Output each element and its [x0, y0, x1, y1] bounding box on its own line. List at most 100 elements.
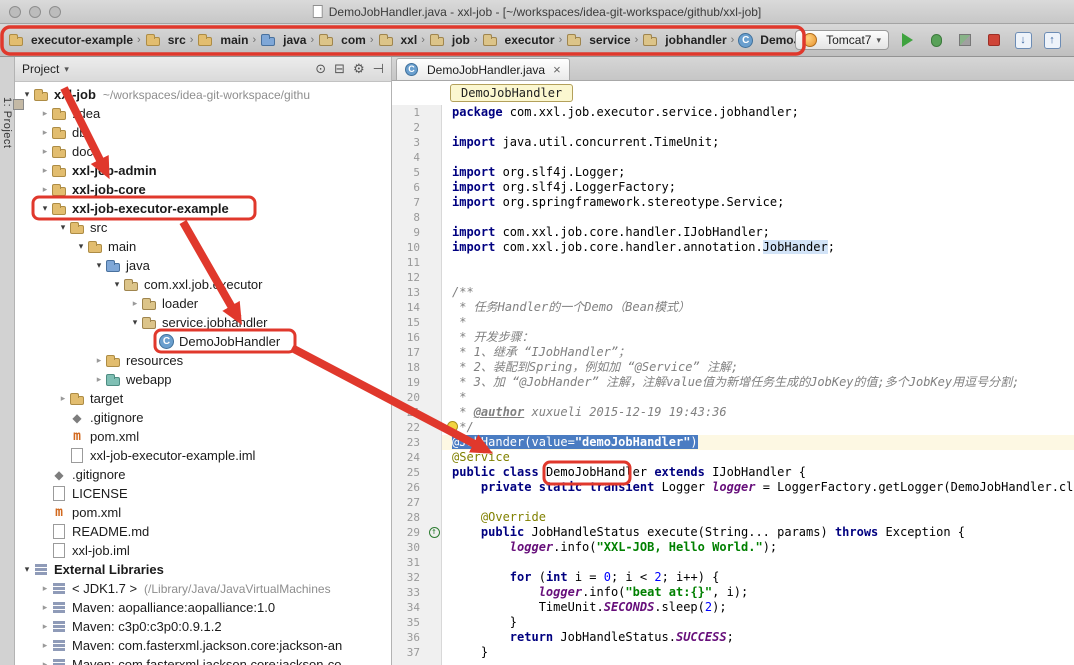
tree-item-java[interactable]: ▾java	[15, 256, 391, 275]
code-line-13[interactable]: 13/**	[392, 285, 1074, 300]
hide-panel-icon[interactable]: ⊣	[373, 62, 384, 77]
project-tool-window-button[interactable]: 1: Project	[1, 83, 24, 148]
tree-toggle-icon[interactable]: ▾	[129, 318, 141, 328]
tree-toggle-icon[interactable]: ▸	[39, 641, 51, 651]
code-line-27[interactable]: 27	[392, 495, 1074, 510]
code-line-35[interactable]: 35 }	[392, 615, 1074, 630]
close-icon[interactable]: ×	[553, 65, 561, 75]
tree-toggle-icon[interactable]: ▸	[39, 128, 51, 138]
code-line-12[interactable]: 12	[392, 270, 1074, 285]
breadcrumb-item-executor-example[interactable]: executor-example	[6, 30, 135, 50]
close-window-button[interactable]	[9, 6, 21, 18]
tree-item-maven-com-fasterxml-jackson-core-jackson-co[interactable]: ▸Maven: com.fasterxml.jackson.core:jacks…	[15, 655, 391, 665]
vcs-update-button[interactable]: ↓	[1015, 30, 1035, 50]
vcs-commit-button[interactable]: ↑	[1044, 30, 1064, 50]
tree-toggle-icon[interactable]: ▾	[57, 223, 69, 233]
tree-item-gitignore[interactable]: ◆.gitignore	[15, 465, 391, 484]
code-line-31[interactable]: 31	[392, 555, 1074, 570]
code-line-37[interactable]: 37 }	[392, 645, 1074, 660]
tree-item-xxl-job[interactable]: ▾xxl-job~/workspaces/idea-git-workspace/…	[15, 85, 391, 104]
tree-item-webapp[interactable]: ▸webapp	[15, 370, 391, 389]
tree-toggle-icon[interactable]: ▸	[39, 109, 51, 119]
tree-item-demojobhandler[interactable]: CDemoJobHandler	[15, 332, 391, 351]
class-breadcrumb-tag[interactable]: DemoJobHandler	[450, 84, 573, 102]
tree-toggle-icon[interactable]: ▸	[39, 584, 51, 594]
breadcrumb-item-demojobhandler[interactable]: CDemoJobHandler	[736, 31, 795, 50]
tree-item-doc[interactable]: ▸doc	[15, 142, 391, 161]
code-line-1[interactable]: 1package com.xxl.job.executor.service.jo…	[392, 105, 1074, 120]
code-line-15[interactable]: 15 *	[392, 315, 1074, 330]
breadcrumb-item-jobhandler[interactable]: jobhandler	[640, 30, 728, 50]
code-line-11[interactable]: 11	[392, 255, 1074, 270]
tree-item-external-libraries[interactable]: ▾External Libraries	[15, 560, 391, 579]
tree-toggle-icon[interactable]: ▸	[39, 622, 51, 632]
code-line-2[interactable]: 2	[392, 120, 1074, 135]
debug-button[interactable]	[928, 30, 948, 50]
tree-item-resources[interactable]: ▸resources	[15, 351, 391, 370]
breadcrumb-item-executor[interactable]: executor	[480, 30, 557, 50]
tree-toggle-icon[interactable]: ▾	[93, 261, 105, 271]
tree-item-xxl-job-admin[interactable]: ▸xxl-job-admin	[15, 161, 391, 180]
breadcrumb-item-java[interactable]: java	[258, 30, 308, 50]
code-line-30[interactable]: 30 logger.info("XXL-JOB, Hello World.");	[392, 540, 1074, 555]
tree-item-xxl-job-executor-example-iml[interactable]: xxl-job-executor-example.iml	[15, 446, 391, 465]
code-line-34[interactable]: 34 TimeUnit.SECONDS.sleep(2);	[392, 600, 1074, 615]
tree-toggle-icon[interactable]: ▾	[75, 242, 87, 252]
code-line-6[interactable]: 6import org.slf4j.LoggerFactory;	[392, 180, 1074, 195]
code-line-3[interactable]: 3import java.util.concurrent.TimeUnit;	[392, 135, 1074, 150]
tree-item-jdk1-7[interactable]: ▸< JDK1.7 >(/Library/Java/JavaVirtualMac…	[15, 579, 391, 598]
code-line-23[interactable]: 23@JobHander(value="demoJobHandler")	[392, 435, 1074, 450]
tree-toggle-icon[interactable]: ▸	[93, 375, 105, 385]
tree-item-service-jobhandler[interactable]: ▾service.jobhandler	[15, 313, 391, 332]
code-line-4[interactable]: 4	[392, 150, 1074, 165]
tree-toggle-icon[interactable]: ▸	[39, 603, 51, 613]
coverage-button[interactable]	[957, 30, 977, 50]
zoom-window-button[interactable]	[49, 6, 61, 18]
tree-item-readme-md[interactable]: README.md	[15, 522, 391, 541]
code-line-32[interactable]: 32 for (int i = 0; i < 2; i++) {	[392, 570, 1074, 585]
breadcrumb-item-main[interactable]: main	[195, 30, 250, 50]
code-line-14[interactable]: 14 * 任务Handler的一个Demo（Bean模式）	[392, 300, 1074, 315]
tree-toggle-icon[interactable]: ▸	[39, 185, 51, 195]
tree-toggle-icon[interactable]: ▾	[21, 565, 33, 575]
chevron-down-icon[interactable]: ▾	[64, 64, 69, 75]
override-icon[interactable]: ↑	[429, 527, 440, 538]
tree-toggle-icon[interactable]: ▸	[57, 394, 69, 404]
code-line-19[interactable]: 19 * 3、加 “@JobHander” 注解，注解value值为新增任务生成…	[392, 375, 1074, 390]
tree-item-xxl-job-core[interactable]: ▸xxl-job-core	[15, 180, 391, 199]
code-line-10[interactable]: 10import com.xxl.job.core.handler.annota…	[392, 240, 1074, 255]
tree-toggle-icon[interactable]: ▸	[39, 147, 51, 157]
intention-bulb-icon[interactable]	[447, 421, 458, 432]
tree-item-xxl-job-iml[interactable]: xxl-job.iml	[15, 541, 391, 560]
tree-item-main[interactable]: ▾main	[15, 237, 391, 256]
tree-item-maven-aopalliance-aopalliance-1-0[interactable]: ▸Maven: aopalliance:aopalliance:1.0	[15, 598, 391, 617]
tree-item-xxl-job-executor-example[interactable]: ▾xxl-job-executor-example	[15, 199, 391, 218]
code-line-26[interactable]: 26 private static transient Logger logge…	[392, 480, 1074, 495]
tree-item-maven-c3p0-c3p0-0-9-1-2[interactable]: ▸Maven: c3p0:c3p0:0.9.1.2	[15, 617, 391, 636]
collapse-all-icon[interactable]: ⊟	[334, 62, 345, 77]
minimize-window-button[interactable]	[29, 6, 41, 18]
code-line-18[interactable]: 18 * 2、装配到Spring，例如加 “@Service” 注解;	[392, 360, 1074, 375]
breadcrumb-item-com[interactable]: com	[316, 30, 368, 50]
scroll-from-source-icon[interactable]: ⊙	[315, 62, 326, 77]
code-area[interactable]: 1package com.xxl.job.executor.service.jo…	[392, 105, 1074, 665]
code-line-7[interactable]: 7import org.springframework.stereotype.S…	[392, 195, 1074, 210]
code-line-25[interactable]: 25public class DemoJobHandler extends IJ…	[392, 465, 1074, 480]
code-line-20[interactable]: 20 *	[392, 390, 1074, 405]
code-line-22[interactable]: 22 */	[392, 420, 1074, 435]
stop-button[interactable]	[986, 30, 1006, 50]
code-line-8[interactable]: 8	[392, 210, 1074, 225]
run-configuration-select[interactable]: Tomcat7 ▾	[795, 30, 889, 50]
code-line-9[interactable]: 9import com.xxl.job.core.handler.IJobHan…	[392, 225, 1074, 240]
tree-toggle-icon[interactable]: ▸	[93, 356, 105, 366]
tree-item-com-xxl-job-executor[interactable]: ▾com.xxl.job.executor	[15, 275, 391, 294]
editor-tab[interactable]: C DemoJobHandler.java ×	[396, 58, 570, 80]
tree-item-maven-com-fasterxml-jackson-core-jackson-an[interactable]: ▸Maven: com.fasterxml.jackson.core:jacks…	[15, 636, 391, 655]
tree-item-idea[interactable]: ▸.idea	[15, 104, 391, 123]
tree-item-gitignore[interactable]: ◆.gitignore	[15, 408, 391, 427]
code-line-16[interactable]: 16 * 开发步骤：	[392, 330, 1074, 345]
tree-toggle-icon[interactable]: ▸	[39, 660, 51, 665]
breadcrumb-item-job[interactable]: job	[427, 30, 472, 50]
run-button[interactable]	[899, 30, 919, 50]
tree-toggle-icon[interactable]: ▾	[111, 280, 123, 290]
